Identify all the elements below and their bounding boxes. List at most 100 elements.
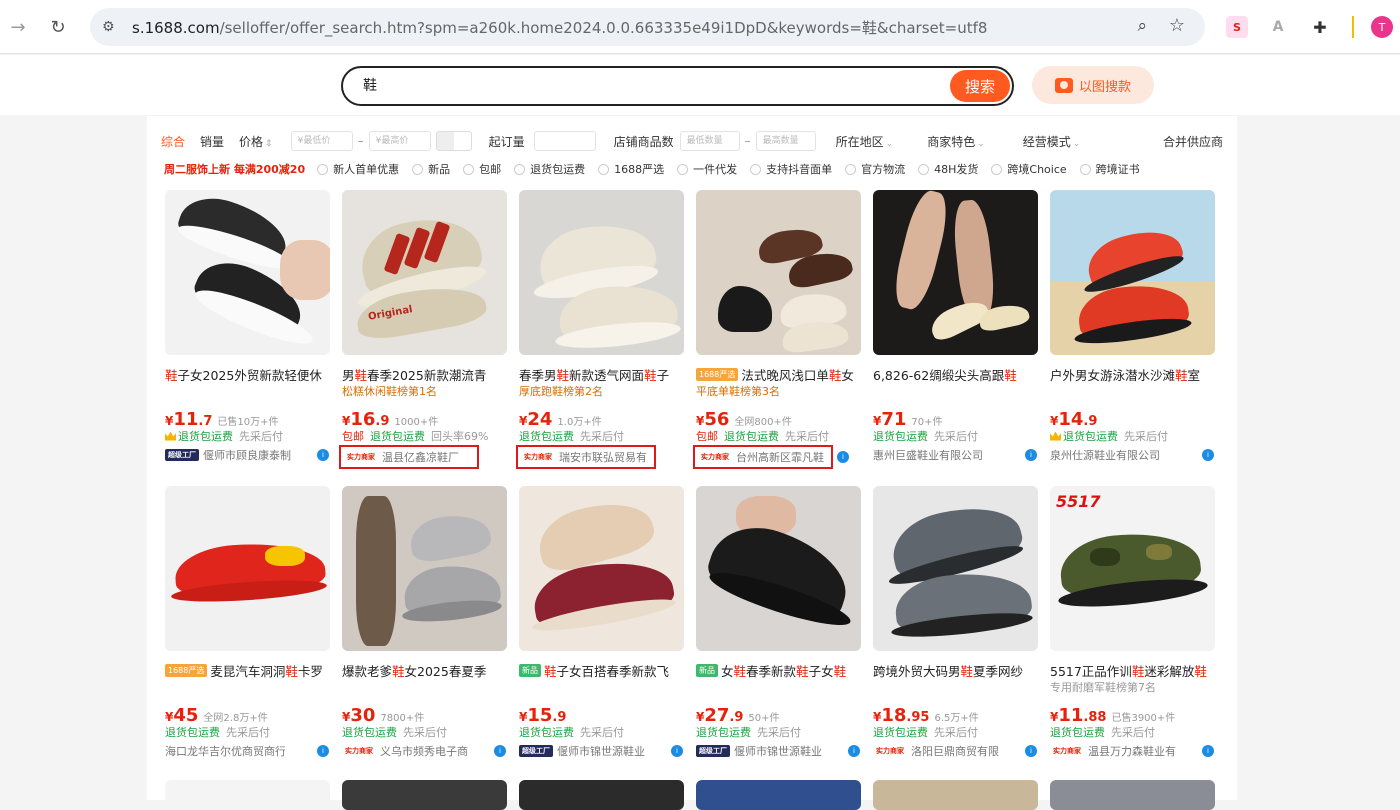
product-card[interactable]: 6,826-62绸缎尖头高跟鞋 ¥71 70+件 退货包运费 先采后付 惠州巨盛鞋业… — [873, 190, 1041, 465]
product-title[interactable]: 鞋子女2025外贸新款轻便休 — [165, 365, 333, 383]
seller-info[interactable]: 惠州巨盛鞋业有限公司 i — [873, 445, 1041, 465]
seller-info[interactable]: 泉州仕源鞋业有限公司 i — [1050, 445, 1218, 465]
min-count-input[interactable]: 最低数量 — [679, 131, 740, 151]
product-image[interactable] — [165, 486, 330, 651]
max-count-input[interactable]: 最高数量 — [755, 131, 816, 151]
product-title[interactable]: 爆款老爹鞋女2025春夏季 — [342, 661, 510, 679]
product-image[interactable] — [1050, 190, 1215, 355]
bookmark-star-icon[interactable]: ☆ — [1169, 15, 1185, 36]
product-image[interactable] — [696, 190, 861, 355]
product-card[interactable] — [696, 780, 864, 810]
product-title[interactable]: 户外男女游泳潜水沙滩鞋室 — [1050, 365, 1218, 383]
sort-price[interactable]: 价格 ⇕ — [239, 133, 273, 150]
product-title[interactable]: 6,826-62绸缎尖头高跟鞋 — [873, 365, 1041, 383]
product-card[interactable]: 1688严选 法式晚风浅口单鞋女 平底单鞋榜第3名 ¥56 全网800+件 包邮 退货… — [693, 190, 864, 469]
tag-checkbox[interactable]: 新人首单优惠 — [317, 161, 399, 177]
product-image[interactable] — [519, 190, 684, 355]
min-price-input[interactable]: ¥最低价 — [290, 131, 353, 151]
search-input[interactable] — [363, 77, 923, 93]
search-button[interactable]: 搜索 — [950, 70, 1010, 102]
product-image[interactable] — [519, 486, 684, 651]
product-card[interactable]: 新品鞋子女百搭春季新款飞 ¥15.9 退货包运费 先采后付 超级工厂 偃师市锦世源鞋… — [519, 486, 687, 761]
product-image[interactable] — [165, 780, 330, 810]
tag-checkbox[interactable]: 1688严选 — [598, 161, 664, 177]
product-title[interactable]: 跨境外贸大码男鞋夏季网纱 — [873, 661, 1041, 679]
product-title[interactable]: 5517正品作训鞋迷彩解放鞋 — [1050, 661, 1218, 679]
seller-info[interactable]: 超级工厂 偃师市锦世源鞋业 i — [519, 741, 687, 761]
product-image[interactable] — [342, 486, 507, 651]
profile-avatar[interactable]: T — [1371, 16, 1393, 38]
product-title[interactable]: 新品鞋子女百搭春季新款飞 — [519, 661, 687, 679]
product-card[interactable]: 鞋子女2025外贸新款轻便休 ¥11.7 已售10万+件 退货包运费 先采后付 超级… — [165, 190, 333, 465]
product-card[interactable] — [873, 780, 1041, 810]
sort-overall[interactable]: 综合 — [161, 133, 185, 150]
product-card[interactable]: 跨境外贸大码男鞋夏季网纱 ¥18.95 6.5万+件 退货包运费 先采后付 实力商家… — [873, 486, 1041, 761]
product-card[interactable]: Original 男鞋春季2025新款潮流青 松糕休闲鞋榜第1名 ¥16.9 10… — [339, 190, 510, 469]
product-image[interactable]: Original — [342, 190, 507, 355]
site-settings-icon[interactable]: ⚙ — [102, 19, 122, 35]
tag-checkbox[interactable]: 新品 — [412, 161, 450, 177]
seller-info[interactable]: 海口龙华吉尔优商贸商行 i — [165, 741, 333, 761]
seller-info[interactable]: 实力商家 洛阳巨鼎商贸有限 i — [873, 741, 1041, 761]
tag-checkbox[interactable]: 支持抖音面单 — [750, 161, 832, 177]
feature-dropdown[interactable]: 商家特色 ⌄ — [927, 133, 985, 150]
tag-checkbox[interactable]: 跨境证书 — [1079, 161, 1140, 177]
product-image[interactable] — [696, 780, 861, 810]
tag-checkbox[interactable]: 48H发货 — [918, 161, 978, 177]
reload-icon[interactable]: ↻ — [44, 13, 72, 41]
product-image[interactable] — [519, 780, 684, 810]
seller-info-highlighted[interactable]: 实力商家 温县亿鑫凉鞋厂 — [339, 445, 479, 469]
url-text[interactable]: s.1688.com/selloffer/offer_search.htm?sp… — [132, 17, 987, 38]
forward-icon[interactable]: → — [4, 13, 32, 41]
product-image[interactable] — [873, 780, 1038, 810]
sort-sales[interactable]: 销量 — [200, 133, 224, 150]
a-extension-icon[interactable]: A — [1267, 16, 1289, 38]
product-image[interactable] — [873, 486, 1038, 651]
product-card[interactable] — [1050, 780, 1218, 810]
seller-info-highlighted[interactable]: 实力商家 瑞安市联弘贸易有 — [516, 445, 656, 469]
product-title[interactable]: 男鞋春季2025新款潮流青 — [342, 365, 510, 383]
tag-checkbox[interactable]: 包邮 — [463, 161, 501, 177]
seller-info[interactable]: 超级工厂 偃师市顾良康泰制 i — [165, 445, 333, 465]
product-image[interactable] — [165, 190, 330, 355]
product-card[interactable] — [165, 780, 333, 810]
seller-info[interactable]: 实力商家 温县万力森鞋业有 i — [1050, 741, 1218, 761]
product-image[interactable] — [1050, 780, 1215, 810]
tag-checkbox[interactable]: 一件代发 — [677, 161, 737, 177]
merge-suppliers[interactable]: 合并供应商 — [1163, 133, 1223, 150]
address-bar[interactable]: ⚙ s.1688.com/selloffer/offer_search.htm?… — [90, 8, 1205, 46]
product-card[interactable]: 新品女鞋春季新款鞋子女鞋 ¥27.9 50+件 退货包运费 先采后付 超级工厂 偃师市… — [696, 486, 864, 761]
mode-dropdown[interactable]: 经营模式 ⌄ — [1023, 133, 1081, 150]
product-title[interactable]: 新品女鞋春季新款鞋子女鞋 — [696, 661, 864, 679]
seller-info-highlighted[interactable]: 实力商家 台州高新区霏凡鞋 i — [693, 445, 849, 469]
seller-info[interactable]: 实力商家 义乌市频秀电子商 i — [342, 741, 510, 761]
product-title[interactable]: 春季男鞋新款透气网面鞋子 — [519, 365, 687, 383]
tag-checkbox[interactable]: 退货包运费 — [514, 161, 585, 177]
product-card[interactable]: 1688严选 麦昆汽车洞洞鞋卡罗 ¥45 全网2.8万+件 退货包运费 先采后付 海口… — [165, 486, 333, 761]
product-card[interactable] — [519, 780, 687, 810]
image-search-button[interactable]: 以图搜款 — [1032, 66, 1154, 104]
product-card[interactable] — [342, 780, 510, 810]
max-price-input[interactable]: ¥最高价 — [368, 131, 431, 151]
product-image[interactable] — [696, 486, 861, 651]
moq-input[interactable] — [533, 131, 596, 151]
seo-extension-icon[interactable]: S — [1226, 16, 1248, 38]
region-dropdown[interactable]: 所在地区 ⌄ — [836, 133, 894, 150]
zoom-icon[interactable]: ⌕ — [1137, 16, 1147, 36]
product-image[interactable] — [873, 190, 1038, 355]
tag-checkbox[interactable]: 官方物流 — [845, 161, 905, 177]
product-title[interactable]: 1688严选 麦昆汽车洞洞鞋卡罗 — [165, 661, 333, 679]
search-box[interactable]: 搜索 — [341, 66, 1014, 106]
product-title[interactable]: 1688严选 法式晚风浅口单鞋女 — [696, 365, 864, 383]
tag-checkbox[interactable]: 跨境Choice — [991, 161, 1067, 177]
extensions-icon[interactable]: ✚ — [1309, 16, 1331, 38]
promo-banner[interactable]: 周二服饰上新 每满200减20 — [164, 161, 305, 177]
product-card[interactable]: 春季男鞋新款透气网面鞋子 厚底跑鞋榜第2名 ¥24 1.0万+件 退货包运费 先采后… — [516, 190, 687, 469]
product-image[interactable] — [342, 780, 507, 810]
product-card[interactable]: 5517 5517正品作训鞋迷彩解放鞋 专用耐磨军鞋榜第7名 ¥11.88 已售3… — [1050, 486, 1218, 761]
product-card[interactable]: 户外男女游泳潜水沙滩鞋室 ¥14.9 退货包运费 先采后付 泉州仕源鞋业有限公司 i — [1050, 190, 1218, 465]
view-toggle[interactable] — [435, 131, 472, 151]
product-image[interactable]: 5517 — [1050, 486, 1215, 651]
product-card[interactable]: 爆款老爹鞋女2025春夏季 ¥30 7800+件 退货包运费 先采后付 实力商家 义乌… — [342, 486, 510, 761]
seller-info[interactable]: 超级工厂 偃师市锦世源鞋业 i — [696, 741, 864, 761]
